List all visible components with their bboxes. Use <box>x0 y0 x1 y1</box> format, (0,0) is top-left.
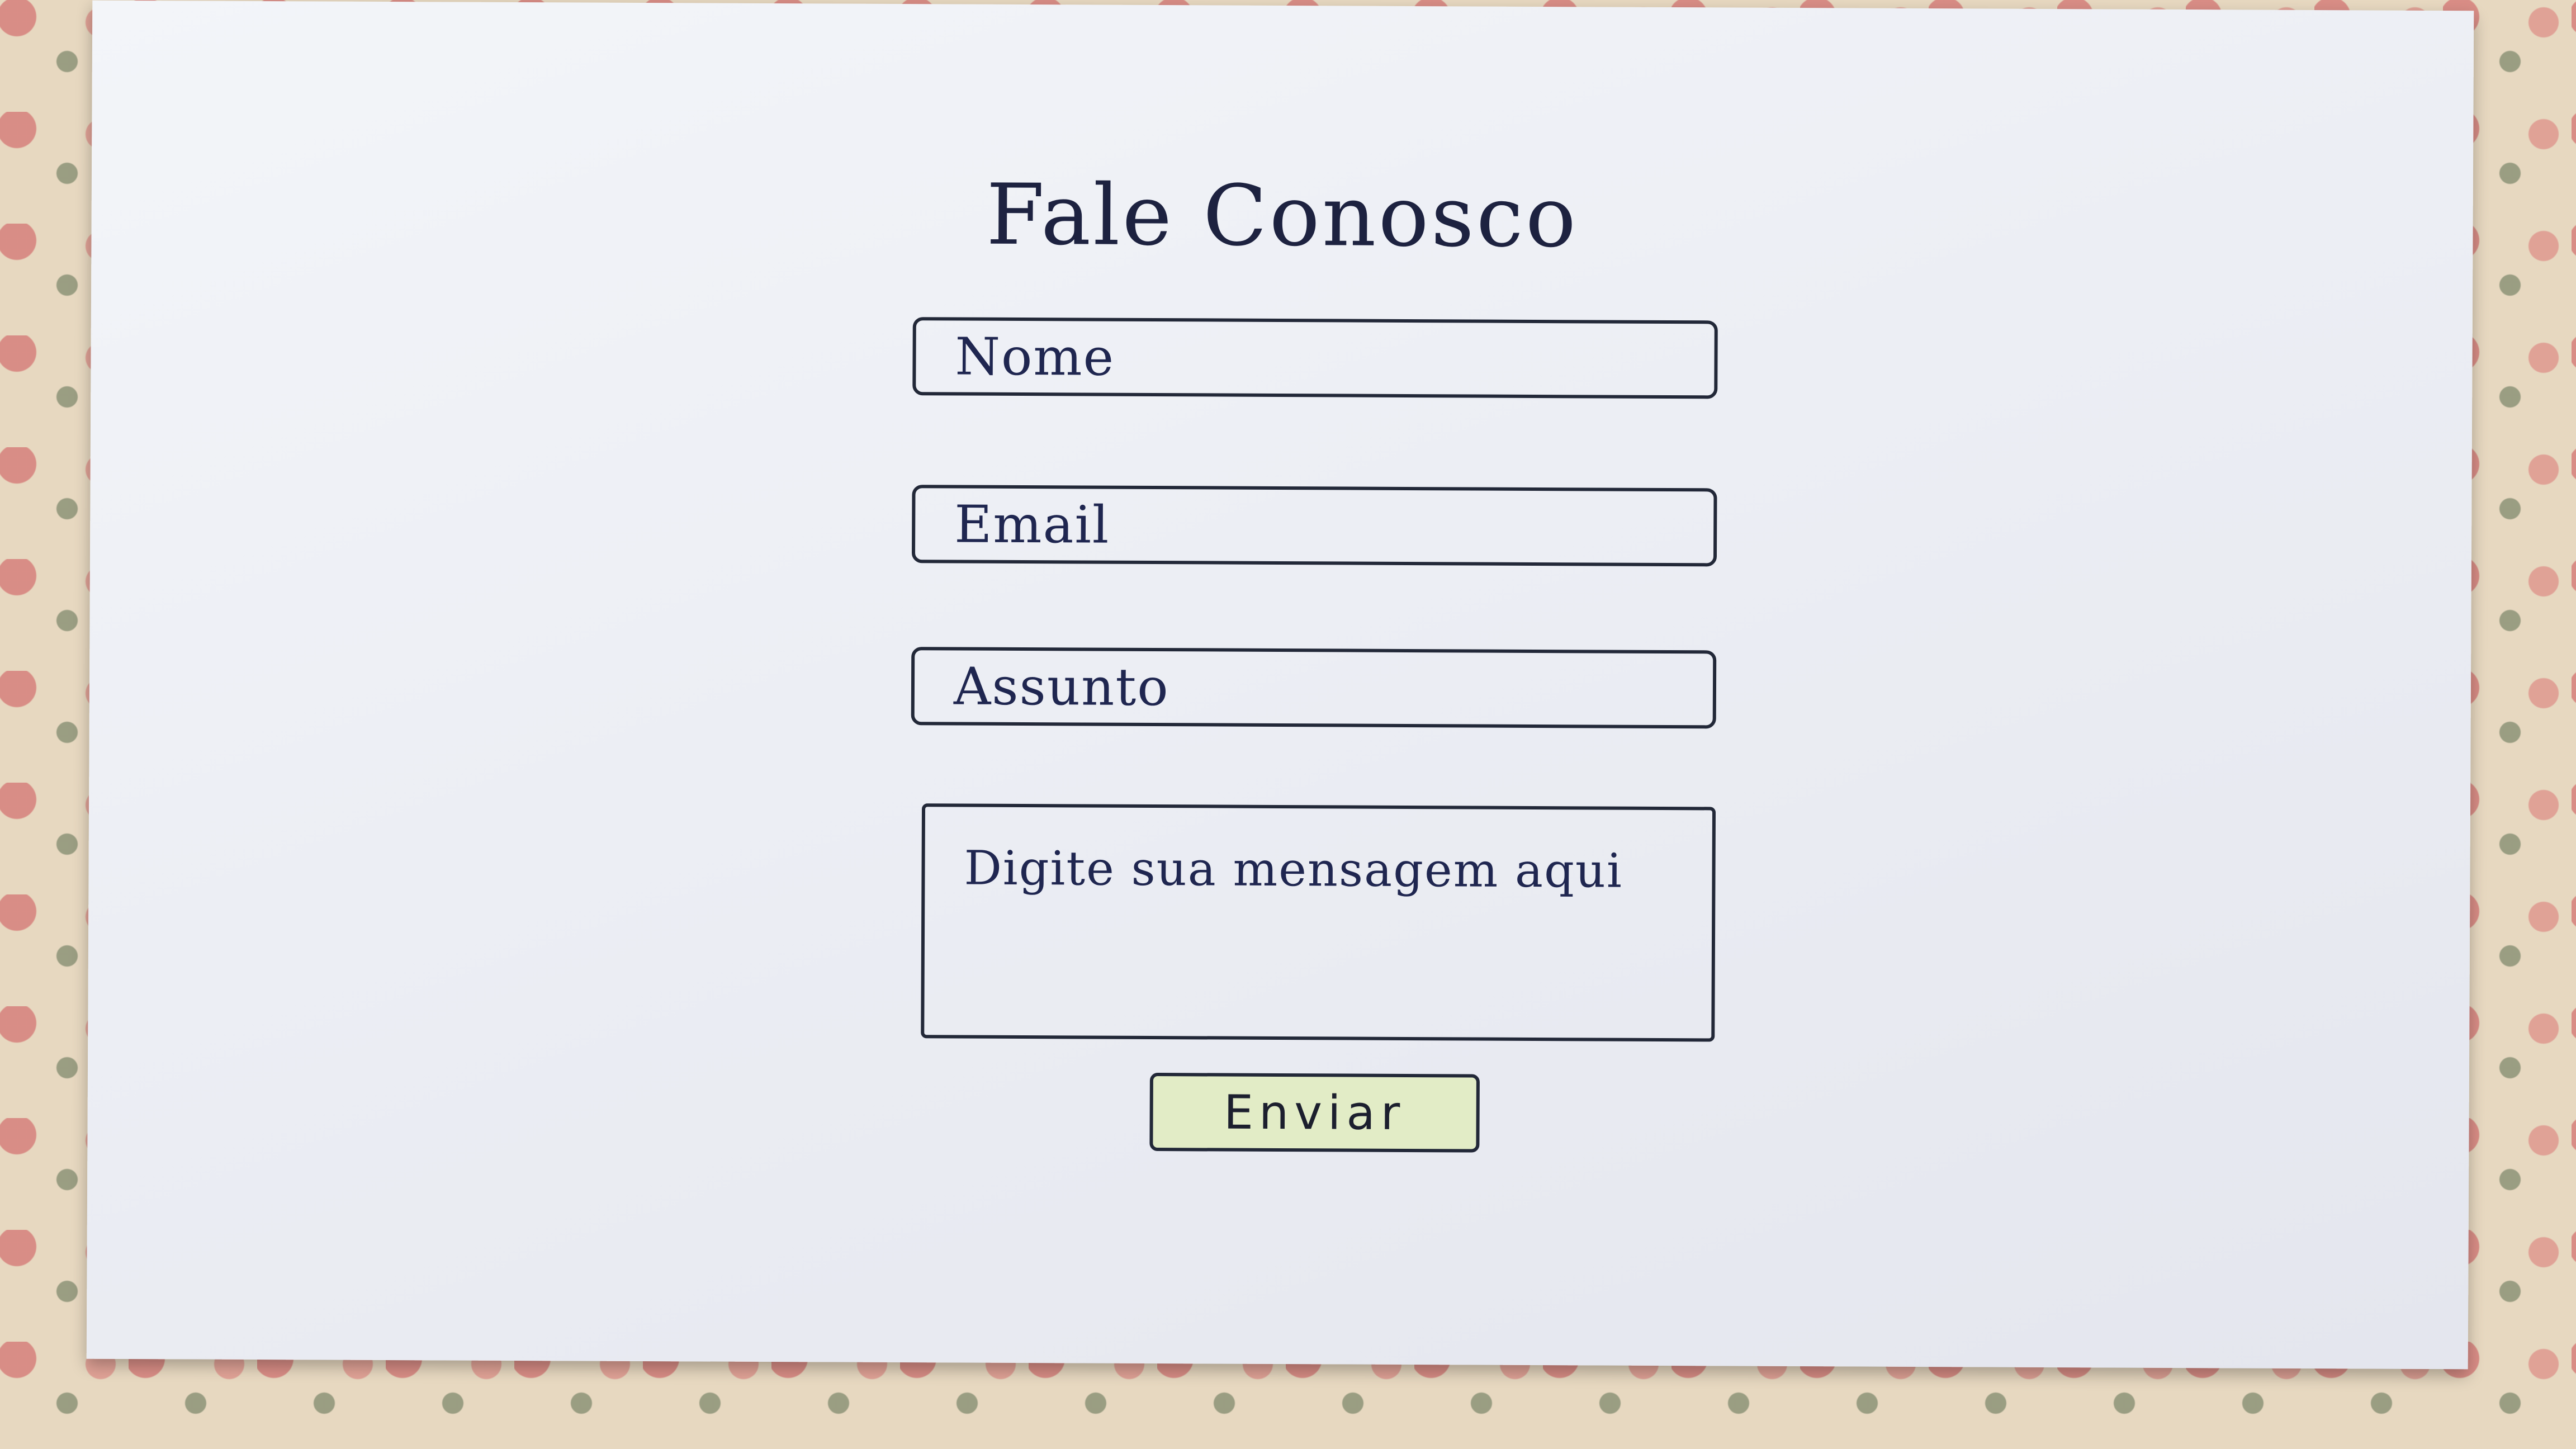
paper-sheet: Fale Conosco Nome Email Assunto Digite s… <box>86 0 2474 1370</box>
subject-field-placeholder: Assunto <box>953 656 1169 717</box>
message-textarea[interactable]: Digite sua mensagem aqui <box>921 803 1716 1042</box>
email-field-placeholder: Email <box>954 494 1110 555</box>
submit-button[interactable]: Enviar <box>1149 1072 1480 1153</box>
message-textarea-placeholder: Digite sua mensagem aqui <box>964 840 1623 898</box>
contact-form: Fale Conosco Nome Email Assunto Digite s… <box>87 1 2474 1370</box>
email-field[interactable]: Email <box>911 485 1717 567</box>
subject-field[interactable]: Assunto <box>911 647 1717 729</box>
name-field-placeholder: Nome <box>955 326 1115 387</box>
name-field[interactable]: Nome <box>912 317 1718 399</box>
page-title: Fale Conosco <box>986 166 1579 267</box>
